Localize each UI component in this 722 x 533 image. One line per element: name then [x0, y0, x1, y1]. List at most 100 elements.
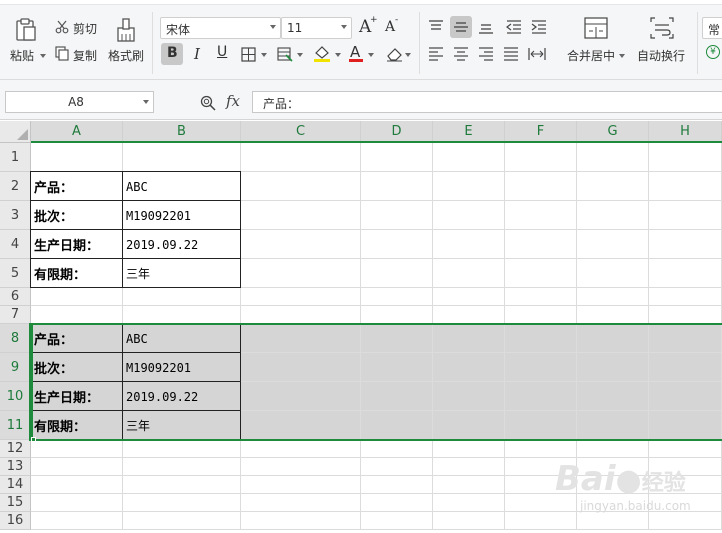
chevron-down-icon: [405, 53, 411, 57]
column-header-c[interactable]: C: [241, 121, 361, 143]
formula-input[interactable]: 产品：: [252, 91, 722, 113]
row-header-16[interactable]: 16: [0, 512, 31, 530]
align-bottom-button[interactable]: [475, 16, 497, 38]
chevron-down-icon[interactable]: [143, 100, 149, 104]
align-bottom-icon: [479, 24, 493, 34]
italic-button[interactable]: I: [186, 43, 208, 65]
row-header-1[interactable]: 1: [0, 143, 31, 172]
row-header-2[interactable]: 2: [0, 172, 31, 201]
merge-center-button[interactable]: 合并居中: [562, 14, 628, 66]
bold-button[interactable]: B: [161, 43, 183, 65]
column-header-f[interactable]: F: [505, 121, 577, 143]
row-header-5[interactable]: 5: [0, 259, 31, 288]
justify-icon: [504, 47, 518, 61]
justify-button[interactable]: [500, 43, 522, 65]
row-header-9[interactable]: 9: [0, 353, 31, 382]
underline-button[interactable]: U: [211, 43, 233, 65]
row-header-13[interactable]: 13: [0, 458, 31, 476]
function-fx-icon[interactable]: fx: [226, 92, 240, 110]
align-middle-button[interactable]: [450, 16, 472, 38]
clear-format-button[interactable]: [383, 43, 413, 65]
font-size-select[interactable]: 11: [281, 17, 352, 39]
paste-dropdown-caret[interactable]: [40, 54, 46, 58]
row-header-4[interactable]: 4: [0, 230, 31, 259]
chevron-down-icon: [335, 53, 341, 57]
table-column-border: [122, 172, 123, 288]
row-header-11[interactable]: 11: [0, 411, 31, 440]
fill-handle[interactable]: [31, 437, 36, 442]
column-header-h[interactable]: H: [649, 121, 722, 143]
name-box-value: A8: [68, 95, 84, 109]
column-header-e[interactable]: E: [433, 121, 505, 143]
column-header-b[interactable]: B: [123, 121, 241, 143]
cell-style-button[interactable]: [274, 43, 304, 65]
table-outer-border: [30, 171, 241, 288]
select-all-corner[interactable]: [0, 121, 31, 143]
plus-superscript: +: [370, 15, 378, 25]
watermark-logo: Bai●经验: [555, 459, 686, 499]
row-header-15[interactable]: 15: [0, 494, 31, 512]
format-painter-button[interactable]: 格式刷: [106, 14, 146, 66]
column-header-g[interactable]: G: [577, 121, 649, 143]
align-center-button[interactable]: [450, 43, 472, 65]
align-top-button[interactable]: [425, 16, 447, 38]
row-header-3[interactable]: 3: [0, 201, 31, 230]
decrease-font-size-button[interactable]: A -: [383, 15, 403, 39]
row-header-8[interactable]: 8: [0, 324, 31, 353]
align-right-icon: [479, 47, 493, 61]
chevron-down-icon: [261, 53, 267, 57]
font-name-select[interactable]: 宋体: [160, 17, 281, 39]
borders-icon: [241, 47, 256, 62]
chevron-down-icon: [368, 53, 374, 57]
minus-superscript: -: [395, 15, 399, 25]
chevron-down-icon: [297, 53, 303, 57]
selection-border-left: [31, 323, 33, 441]
align-left-icon: [429, 47, 443, 61]
borders-button[interactable]: [238, 43, 268, 65]
row-header-7[interactable]: 7: [0, 306, 31, 324]
ribbon-top-strip: [0, 0, 722, 5]
cut-button[interactable]: 剪切: [53, 18, 101, 38]
column-header-d[interactable]: D: [361, 121, 433, 143]
font-color-swatch: [349, 59, 363, 62]
grid-hline: [31, 305, 722, 306]
row-header-12[interactable]: 12: [0, 440, 31, 458]
corner-triangle-icon: [17, 129, 28, 140]
distributed-align-button[interactable]: [526, 43, 548, 65]
column-header-a[interactable]: A: [31, 121, 123, 143]
distributed-icon: [528, 48, 546, 60]
merge-center-label: 合并居中: [567, 49, 616, 63]
paste-button[interactable]: 粘贴: [6, 14, 46, 66]
wrap-text-label: 自动换行: [637, 49, 686, 63]
outdent-icon: [506, 20, 521, 34]
increase-indent-button[interactable]: [528, 16, 550, 38]
font-color-button[interactable]: A: [346, 43, 376, 65]
selection-border-top: [31, 323, 722, 325]
grid-vline: [432, 143, 433, 530]
currency-format-button[interactable]: ¥: [704, 43, 722, 63]
align-right-button[interactable]: [475, 43, 497, 65]
copy-label: 复制: [73, 49, 98, 63]
increase-font-size-button[interactable]: A +: [357, 15, 378, 39]
align-left-button[interactable]: [425, 43, 447, 65]
name-box[interactable]: A8: [5, 91, 154, 113]
group-divider: [152, 12, 153, 74]
spreadsheet-grid[interactable]: ABCDEFGH 1 2 3 4 5 6 7 8 9 10 11 12 13 14 15 16 产品： ABC 批…: [0, 121, 722, 533]
copy-button[interactable]: 复制: [53, 45, 101, 65]
row-header-6[interactable]: 6: [0, 288, 31, 306]
zoom-search-icon[interactable]: [200, 95, 216, 111]
fill-color-button[interactable]: [310, 43, 342, 65]
decrease-indent-button[interactable]: [503, 16, 525, 38]
wrap-text-icon: [650, 17, 674, 39]
row-header-14[interactable]: 14: [0, 476, 31, 494]
row-header-10[interactable]: 10: [0, 382, 31, 411]
ribbon-toolbar: 粘贴 剪切 复制 格式刷 宋体 11 A + A - B I U A 合并居中 …: [0, 0, 722, 80]
format-painter-icon: [117, 18, 135, 42]
indent-icon: [531, 20, 546, 34]
watermark-brand-suffix: 经验: [641, 471, 686, 496]
number-format-select[interactable]: 常: [702, 17, 722, 39]
table-column-border: [122, 324, 123, 440]
decrease-font-icon: A: [385, 19, 396, 35]
wrap-text-button[interactable]: 自动换行: [634, 14, 692, 66]
scissors-icon: [55, 20, 69, 34]
